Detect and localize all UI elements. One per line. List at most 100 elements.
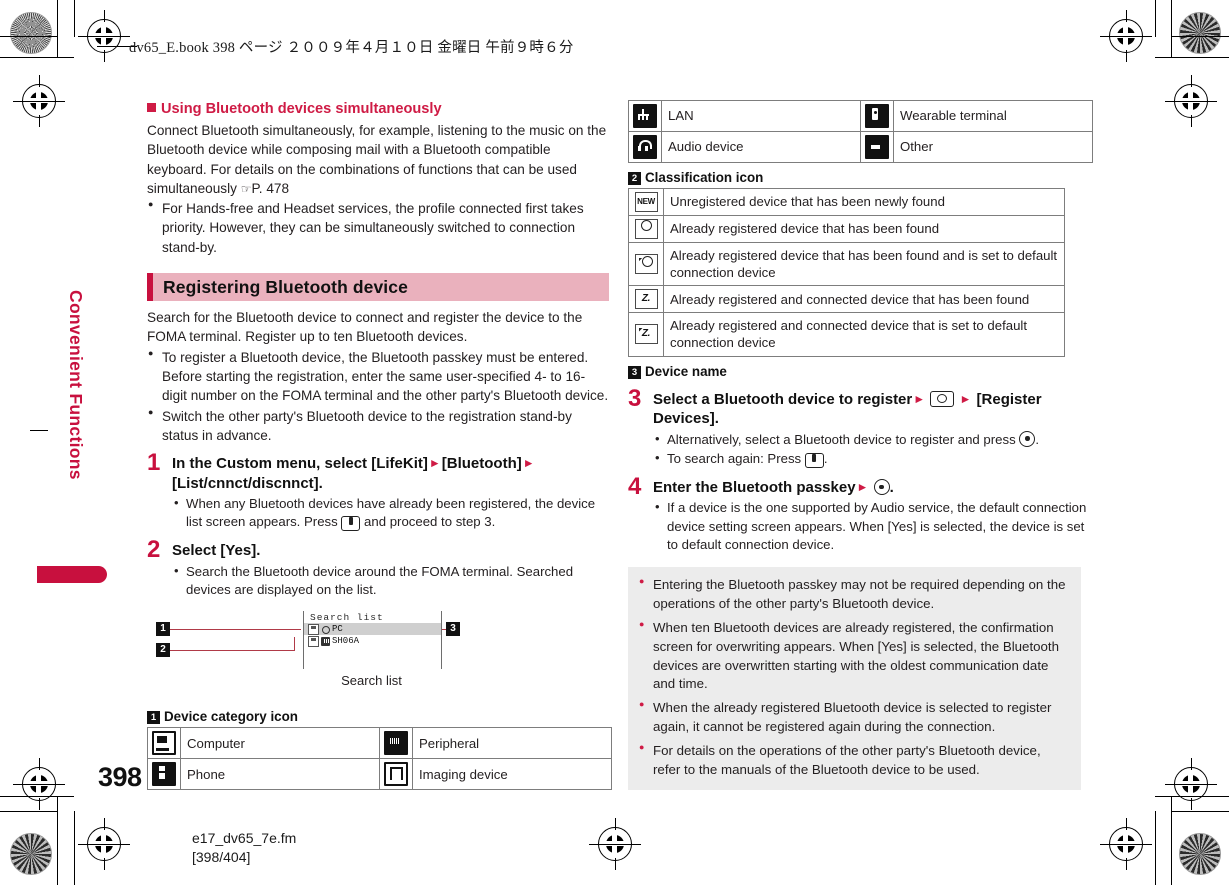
table1-caption: 1 Device category icon bbox=[147, 709, 609, 725]
table-row: Z. Already registered and connected devi… bbox=[628, 285, 1065, 314]
trim-line-right-b bbox=[1155, 811, 1156, 885]
list-item: When ten Bluetooth devices are already r… bbox=[638, 618, 1071, 695]
i-key-icon bbox=[341, 516, 361, 532]
table-cell: Computer bbox=[180, 727, 380, 760]
figure-block: 1 2 3 Search list PC SH06A Search list bbox=[147, 611, 609, 707]
step-title: Select [Yes]. bbox=[172, 542, 261, 560]
arrow-right-icon: ► bbox=[522, 456, 535, 471]
device-category-icon bbox=[308, 635, 319, 647]
registration-mark-bottom-left bbox=[78, 818, 130, 870]
step-2-notes: Search the Bluetooth device around the F… bbox=[172, 562, 609, 599]
registration-mark-top-left bbox=[78, 10, 130, 62]
table-cell: Other bbox=[893, 131, 1093, 163]
registration-mark-bottom-center bbox=[589, 818, 641, 870]
phone-icon-cell bbox=[147, 758, 181, 791]
step-title-part-a: Select a Bluetooth device to register bbox=[653, 390, 913, 408]
audio-device-icon-cell bbox=[628, 131, 662, 163]
registration-mark-mid-left bbox=[13, 75, 65, 127]
list-item: Alternatively, select a Bluetooth device… bbox=[653, 430, 1090, 449]
select-key-icon bbox=[1019, 430, 1036, 447]
crop-line-right-bottom bbox=[1171, 796, 1172, 885]
new-badge-icon-cell: NEW bbox=[628, 188, 664, 216]
trim-line-top-r bbox=[1171, 36, 1229, 37]
other-icon-cell bbox=[860, 131, 894, 163]
crop-line-left-top bbox=[57, 0, 58, 58]
callout-3: 3 bbox=[446, 622, 460, 637]
table-cell: Unregistered device that has been newly … bbox=[663, 188, 1065, 216]
step-number: 1 bbox=[147, 449, 161, 477]
step-title-part-c: [List/cnnct/discnnct]. bbox=[172, 474, 323, 492]
step-1: 1 In the Custom menu, select [LifeKit]►[… bbox=[147, 449, 609, 532]
list-item: If a device is the one supported by Audi… bbox=[653, 498, 1090, 554]
subsection-heading: Using Bluetooth devices simultaneously bbox=[147, 100, 609, 119]
phone-icon bbox=[152, 762, 176, 787]
connected-default-icon-cell: Z. bbox=[628, 312, 664, 357]
arrow-right-icon: ► bbox=[856, 479, 869, 494]
screen-title: Search list bbox=[310, 612, 384, 624]
trim-line-left-b bbox=[74, 811, 75, 885]
crop-line-right-top bbox=[1171, 0, 1172, 58]
device-name: SH06A bbox=[332, 636, 360, 647]
imaging-device-icon bbox=[384, 762, 408, 787]
lan-icon-cell bbox=[628, 100, 662, 132]
computer-icon bbox=[152, 731, 176, 756]
other-icon bbox=[865, 135, 889, 159]
step-3-notes: Alternatively, select a Bluetooth device… bbox=[653, 430, 1090, 469]
intro-text: Connect Bluetooth simultaneously, for ex… bbox=[147, 122, 607, 196]
left-column: Using Bluetooth devices simultaneously C… bbox=[147, 100, 612, 791]
note-pre: To search again: Press bbox=[667, 450, 805, 466]
step-title-part-b: [Bluetooth] bbox=[441, 455, 522, 473]
screen-list-item[interactable]: SH06A bbox=[304, 635, 441, 647]
screen-list-item[interactable]: PC bbox=[304, 623, 441, 636]
table-cell: Wearable terminal bbox=[893, 100, 1093, 132]
leader-line-2v bbox=[294, 637, 295, 651]
classification-icon bbox=[321, 625, 330, 634]
step-title: Enter the Bluetooth passkey► . bbox=[653, 478, 1090, 498]
registration-mark-mid-right bbox=[1165, 75, 1217, 127]
device-name: PC bbox=[332, 624, 343, 635]
trim-line-right bbox=[1155, 0, 1156, 37]
trim-line-top bbox=[0, 36, 57, 37]
color-starburst-top-right bbox=[1179, 12, 1221, 54]
crop-line-top-right bbox=[1155, 57, 1229, 58]
list-item: To search again: Press . bbox=[653, 449, 1090, 469]
table2-caption: 2 Classification icon bbox=[628, 170, 1090, 185]
marker-1: 1 bbox=[147, 711, 160, 725]
figure-caption: Search list bbox=[341, 673, 402, 689]
trim-line-left bbox=[74, 0, 75, 37]
phone-screen: Search list PC SH06A bbox=[303, 611, 442, 670]
note-post: . bbox=[823, 450, 828, 466]
arrow-right-icon: ► bbox=[428, 456, 441, 471]
step-title-part-a: Enter the Bluetooth passkey bbox=[653, 478, 856, 496]
subsection-heading-text: Using Bluetooth devices simultaneously bbox=[161, 101, 442, 117]
step-1-notes: When any Bluetooth devices have already … bbox=[172, 494, 609, 532]
crop-line-bottom-left bbox=[0, 796, 74, 797]
step-title-part-b: . bbox=[889, 478, 894, 496]
table-cell: LAN bbox=[661, 100, 861, 132]
running-head: dv65_E.book 398 ページ ２００９年４月１０日 金曜日 午前９時６… bbox=[129, 40, 574, 56]
list-item: Entering the Bluetooth passkey may not b… bbox=[638, 575, 1071, 614]
table-row: NEW Unregistered device that has been ne… bbox=[628, 188, 1065, 216]
color-starburst-bottom-left bbox=[10, 833, 52, 875]
step-number: 2 bbox=[147, 536, 161, 564]
side-tick-mark bbox=[30, 430, 48, 431]
table-row: Computer Peripheral bbox=[147, 727, 612, 760]
step-title-part-a: In the Custom menu, select [LifeKit] bbox=[172, 455, 428, 473]
circle-icon bbox=[634, 219, 658, 239]
circle-default-icon bbox=[634, 254, 658, 275]
table-row: Already registered device that has been … bbox=[628, 241, 1065, 287]
table-cell: Imaging device bbox=[412, 758, 612, 791]
list-item: To register a Bluetooth device, the Blue… bbox=[147, 347, 609, 406]
intro-paragraph: Connect Bluetooth simultaneously, for ex… bbox=[147, 121, 609, 198]
notes-list: Entering the Bluetooth passkey may not b… bbox=[638, 575, 1071, 780]
table3-caption-text: Device name bbox=[645, 363, 727, 379]
table-row: Phone Imaging device bbox=[147, 758, 612, 791]
section-band: Registering Bluetooth device bbox=[147, 273, 609, 302]
trim-line-bottom bbox=[0, 811, 57, 812]
leader-line-2h bbox=[170, 649, 295, 651]
file-page-range: [398/404] bbox=[192, 848, 251, 865]
trim-line-bottom-r bbox=[1171, 811, 1229, 812]
section-title: Registering Bluetooth device bbox=[163, 276, 408, 297]
side-tab-bar bbox=[37, 566, 107, 583]
camera-key-icon bbox=[930, 390, 955, 407]
